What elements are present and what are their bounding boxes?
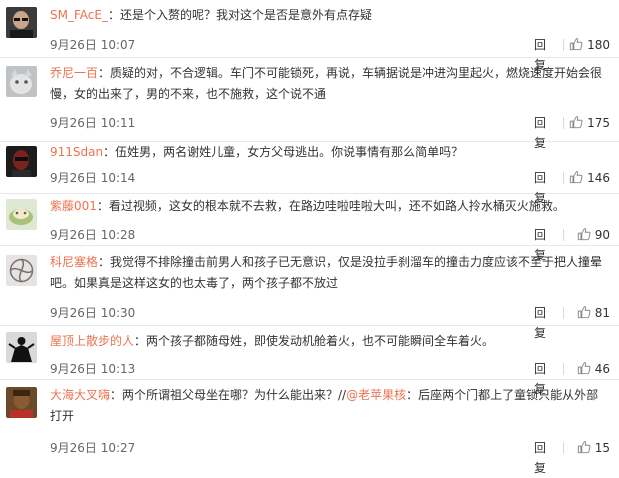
comment-item: 科尼塞格：我觉得不排除撞击前男人和孩子已无意识，仅是没拉手刹溜车的撞击力度应该不… bbox=[0, 246, 619, 340]
comment-text: SM_FAcE_：还是个入赘的呢？我对这个是否是意外有点存疑 bbox=[50, 5, 610, 26]
divider bbox=[563, 229, 564, 241]
comment-content: ：两个孩子都随母姓，即使发动机舱着火，也不可能瞬间全车着火。 bbox=[134, 334, 495, 348]
username-link[interactable]: 科尼塞格 bbox=[50, 255, 98, 269]
thumbs-up-icon bbox=[569, 171, 583, 184]
avatar-image bbox=[6, 146, 37, 177]
username-link[interactable]: 911Sdan bbox=[50, 145, 103, 159]
like-button[interactable]: 81 bbox=[577, 303, 610, 323]
comment-meta: 9月26日 10:11 回复 175 bbox=[50, 113, 610, 150]
thumbs-up-icon bbox=[577, 362, 591, 375]
comment-meta: 9月26日 10:14 回复 146 bbox=[50, 168, 610, 205]
thumbs-up-icon bbox=[577, 306, 591, 319]
comment-content: ：伍姓男，两名谢姓儿童，女方父母逃出。你说事情有那么简单吗？ bbox=[103, 145, 464, 159]
mention-link[interactable]: @老苹果核 bbox=[346, 388, 406, 402]
comment-content: ：我觉得不排除撞击前男人和孩子已无意识，仅是没拉手刹溜车的撞击力度应该不至于把人… bbox=[50, 255, 603, 290]
timestamp: 9月26日 10:11 bbox=[50, 116, 136, 130]
avatar[interactable] bbox=[6, 146, 37, 177]
username-link[interactable]: 屋顶上散步的人 bbox=[50, 334, 134, 348]
divider bbox=[563, 117, 564, 129]
comment-text: 大海大叉嗨：两个所谓祖父母坐在哪？为什么能出来？//@老苹果核：后座两个门都上了… bbox=[50, 385, 610, 427]
divider bbox=[563, 307, 564, 319]
avatar-image bbox=[6, 66, 37, 97]
avatar[interactable] bbox=[6, 332, 37, 363]
timestamp: 9月26日 10:28 bbox=[50, 228, 136, 242]
timestamp: 9月26日 10:30 bbox=[50, 306, 136, 320]
username-link[interactable]: 紫藤001 bbox=[50, 199, 97, 213]
comment-content: ：质疑的对，不合逻辑。车门不可能锁死，再说，车辆据说是冲进沟里起火，燃烧速度开始… bbox=[50, 66, 603, 101]
like-button[interactable]: 175 bbox=[569, 113, 610, 133]
like-button[interactable]: 90 bbox=[577, 225, 610, 245]
comment-item: 大海大叉嗨：两个所谓祖父母坐在哪？为什么能出来？//@老苹果核：后座两个门都上了… bbox=[0, 380, 619, 475]
like-button[interactable]: 15 bbox=[577, 438, 610, 458]
comment-content: ：看过视频，这女的根本就不去救，在路边哇啦哇啦大叫，还不如路人拎水桶灭火施救。 bbox=[96, 199, 565, 213]
like-count: 180 bbox=[587, 38, 610, 52]
comment-text: 科尼塞格：我觉得不排除撞击前男人和孩子已无意识，仅是没拉手刹溜车的撞击力度应该不… bbox=[50, 252, 610, 294]
avatar[interactable] bbox=[6, 199, 37, 230]
comment-text: 乔尼一百：质疑的对，不合逻辑。车门不可能锁死，再说，车辆据说是冲进沟里起火，燃烧… bbox=[50, 63, 610, 105]
timestamp: 9月26日 10:27 bbox=[50, 441, 136, 455]
like-count: 46 bbox=[594, 362, 610, 376]
comment-meta: 9月26日 10:27 回复 15 bbox=[50, 438, 610, 475]
comment-meta: 9月26日 10:30 回复 81 bbox=[50, 303, 610, 340]
avatar[interactable] bbox=[6, 66, 37, 97]
comment-item: 乔尼一百：质疑的对，不合逻辑。车门不可能锁死，再说，车辆据说是冲进沟里起火，燃烧… bbox=[0, 58, 619, 150]
divider bbox=[563, 39, 564, 51]
like-button[interactable]: 146 bbox=[569, 168, 610, 188]
avatar-image bbox=[6, 332, 37, 363]
comment-item: SM_FAcE_：还是个入赘的呢？我对这个是否是意外有点存疑 9月26日 10:… bbox=[0, 0, 619, 72]
timestamp: 9月26日 10:14 bbox=[50, 171, 136, 185]
divider bbox=[563, 363, 564, 375]
like-count: 90 bbox=[594, 228, 610, 242]
thumbs-up-icon bbox=[577, 441, 591, 454]
thumbs-up-icon bbox=[577, 228, 591, 241]
like-button[interactable]: 46 bbox=[577, 359, 610, 379]
avatar[interactable] bbox=[6, 255, 37, 286]
comment-content: ：还是个入赘的呢？我对这个是否是意外有点存疑 bbox=[107, 8, 372, 22]
comment-text: 911Sdan：伍姓男，两名谢姓儿童，女方父母逃出。你说事情有那么简单吗？ bbox=[50, 142, 610, 163]
timestamp: 9月26日 10:13 bbox=[50, 362, 136, 376]
reply-button[interactable]: 回复 bbox=[534, 438, 546, 478]
like-count: 146 bbox=[587, 171, 610, 185]
timestamp: 9月26日 10:07 bbox=[50, 38, 136, 52]
like-count: 175 bbox=[587, 116, 610, 130]
avatar[interactable] bbox=[6, 7, 37, 38]
avatar-image bbox=[6, 199, 37, 230]
comment-meta: 9月26日 10:28 回复 90 bbox=[50, 225, 610, 262]
username-link[interactable]: SM_FAcE_ bbox=[50, 8, 108, 22]
comment-text: 屋顶上散步的人：两个孩子都随母姓，即使发动机舱着火，也不可能瞬间全车着火。 bbox=[50, 331, 610, 352]
comment-meta: 9月26日 10:07 回复 180 bbox=[50, 35, 610, 72]
avatar[interactable] bbox=[6, 387, 37, 418]
comment-item: 紫藤001：看过视频，这女的根本就不去救，在路边哇啦哇啦大叫，还不如路人拎水桶灭… bbox=[0, 194, 619, 262]
like-count: 81 bbox=[594, 306, 610, 320]
avatar-image bbox=[6, 387, 37, 418]
comment-item: 屋顶上散步的人：两个孩子都随母姓，即使发动机舱着火，也不可能瞬间全车着火。 9月… bbox=[0, 326, 619, 396]
avatar-image bbox=[6, 7, 37, 38]
thumbs-up-icon bbox=[569, 116, 583, 129]
like-button[interactable]: 180 bbox=[569, 35, 610, 55]
comment-meta: 9月26日 10:13 回复 46 bbox=[50, 359, 610, 396]
comment-item: 911Sdan：伍姓男，两名谢姓儿童，女方父母逃出。你说事情有那么简单吗？ 9月… bbox=[0, 142, 619, 205]
divider bbox=[563, 442, 564, 454]
like-count: 15 bbox=[594, 441, 610, 455]
comment-text: 紫藤001：看过视频，这女的根本就不去救，在路边哇啦哇啦大叫，还不如路人拎水桶灭… bbox=[50, 196, 610, 217]
username-link[interactable]: 大海大叉嗨 bbox=[50, 388, 110, 402]
divider bbox=[563, 172, 564, 184]
username-link[interactable]: 乔尼一百 bbox=[50, 66, 98, 80]
comment-content: ：两个所谓祖父母坐在哪？为什么能出来？// bbox=[110, 388, 347, 402]
avatar-image bbox=[6, 255, 37, 286]
thumbs-up-icon bbox=[569, 38, 583, 51]
